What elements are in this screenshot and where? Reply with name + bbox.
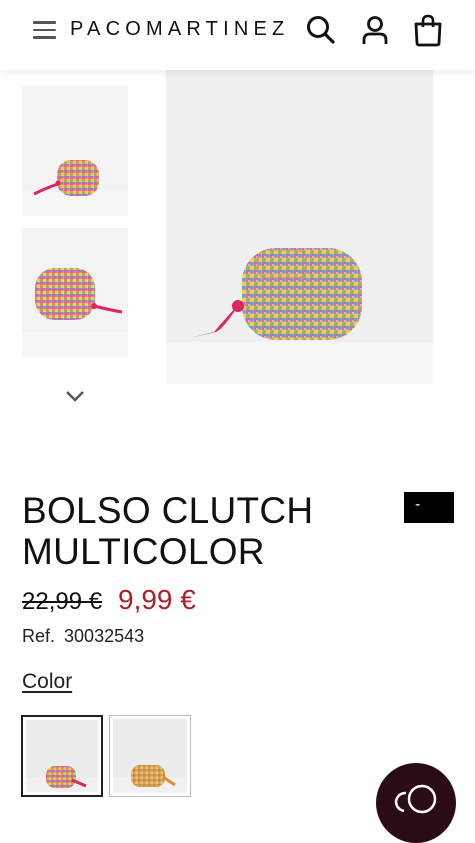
- site-header: PACOMARTINEZ: [0, 0, 475, 70]
- reference-value: 30032543: [64, 626, 145, 646]
- clutch-bag-image: [35, 268, 123, 320]
- product-thumbnail-2[interactable]: [22, 228, 128, 358]
- search-icon[interactable]: [305, 13, 337, 47]
- product-title: BOLSO CLUTCH MULTICOLOR: [22, 490, 314, 572]
- product-main-image[interactable]: [166, 70, 433, 384]
- brand-logo[interactable]: PACOMARTINEZ: [70, 18, 289, 41]
- chevron-down-icon[interactable]: [64, 388, 86, 404]
- clutch-bag-image: [33, 160, 99, 196]
- chat-button[interactable]: [376, 763, 456, 843]
- color-swatch-natural[interactable]: [109, 715, 191, 797]
- chat-bubbles-icon: [394, 784, 437, 814]
- sale-price: 9,99 €: [118, 584, 196, 615]
- clutch-bag-image: [26, 720, 98, 788]
- clutch-bag-image: [113, 719, 187, 787]
- reference-label: Ref.: [22, 626, 56, 646]
- shopping-bag-icon[interactable]: [412, 13, 444, 47]
- discount-badge: -: [404, 492, 454, 523]
- user-icon[interactable]: [359, 13, 391, 47]
- product-thumbnail-1[interactable]: [22, 86, 128, 216]
- hamburger-menu-icon[interactable]: [33, 21, 56, 39]
- original-price: 22,99 €: [22, 588, 103, 615]
- product-reference: Ref. 30032543: [22, 626, 144, 647]
- clutch-bag-image: [190, 248, 362, 340]
- color-selector-label[interactable]: Color: [22, 670, 72, 694]
- color-swatch-multicolor[interactable]: [21, 715, 103, 797]
